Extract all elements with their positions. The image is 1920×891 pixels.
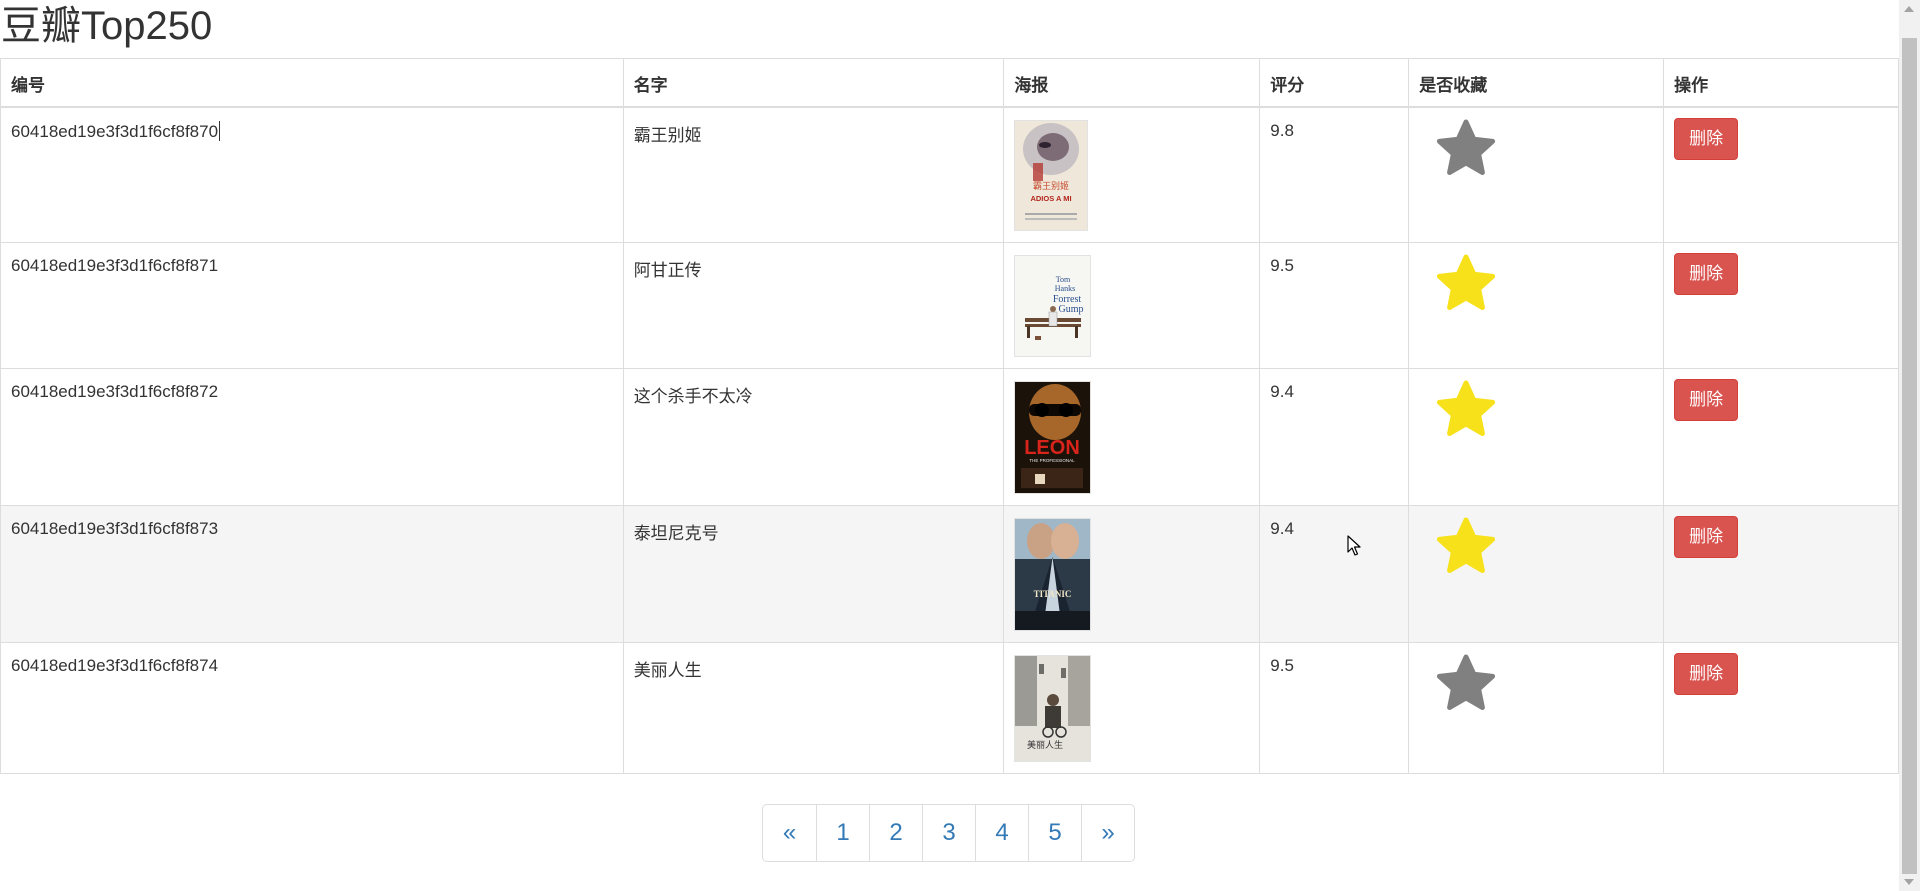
pagination: « 1 2 3 4 5 » [762, 804, 1135, 862]
svg-text:美丽人生: 美丽人生 [1027, 739, 1063, 751]
movie-id: 60418ed19e3f3d1f6cf8f874 [0, 642, 624, 774]
scroll-up-icon[interactable] [1904, 6, 1914, 12]
star-icon[interactable] [1436, 379, 1496, 439]
poster-cell: LEON THE PROFESSIONAL [1003, 368, 1261, 506]
table-header-row: 编号 名字 海报 评分 是否收藏 操作 [0, 58, 1899, 108]
pagination-page-2[interactable]: 2 [869, 805, 922, 861]
svg-text:THE PROFESSIONAL: THE PROFESSIONAL [1030, 458, 1076, 463]
star-icon[interactable] [1436, 516, 1496, 576]
movie-name: 阿甘正传 [622, 242, 1005, 369]
mouse-cursor-icon [1347, 535, 1361, 556]
favorite-cell [1408, 642, 1665, 774]
movie-rating: 9.5 [1259, 242, 1410, 369]
pagination-next[interactable]: » [1081, 805, 1134, 861]
movie-id: 60418ed19e3f3d1f6cf8f870 [11, 122, 219, 141]
svg-text:Tom: Tom [1056, 275, 1071, 284]
poster-titanic: TITANIC [1014, 518, 1092, 631]
movie-name: 泰坦尼克号 [622, 505, 1005, 643]
poster-cell: 美丽人生 [1003, 642, 1261, 774]
column-header-poster: 海报 [1003, 58, 1261, 108]
favorite-cell [1408, 505, 1665, 643]
svg-text:ADIOS A MI: ADIOS A MI [1031, 194, 1072, 203]
delete-button[interactable]: 删除 [1674, 653, 1739, 695]
column-header-name: 名字 [622, 58, 1005, 108]
action-cell: 删除 [1663, 642, 1899, 774]
movie-rating: 9.5 [1259, 642, 1410, 774]
scrollbar-thumb[interactable] [1902, 38, 1917, 874]
action-cell: 删除 [1663, 242, 1899, 369]
svg-text:霸王别姬: 霸王别姬 [1033, 180, 1069, 192]
delete-button[interactable]: 删除 [1674, 253, 1739, 295]
column-header-action: 操作 [1663, 58, 1899, 108]
pagination-page-3[interactable]: 3 [922, 805, 975, 861]
action-cell: 删除 [1663, 368, 1899, 506]
movies-table: 编号 名字 海报 评分 是否收藏 操作 60418ed19e3f3d1f6cf8… [0, 58, 1899, 774]
column-header-rating: 评分 [1259, 58, 1410, 108]
pagination-page-1[interactable]: 1 [816, 805, 869, 861]
movie-name: 这个杀手不太冷 [622, 368, 1005, 506]
favorite-cell [1408, 106, 1665, 243]
action-cell: 删除 [1663, 106, 1899, 243]
star-icon[interactable] [1436, 653, 1496, 713]
poster-forrest-gump: Tom Hanks Forrest Gump [1014, 255, 1092, 357]
svg-text:Gump: Gump [1059, 304, 1084, 315]
vertical-scrollbar[interactable] [1899, 0, 1920, 891]
movie-rating: 9.4 [1259, 368, 1410, 506]
movie-name: 美丽人生 [622, 642, 1005, 774]
movie-id: 60418ed19e3f3d1f6cf8f872 [0, 368, 624, 506]
star-icon[interactable] [1436, 253, 1496, 313]
star-icon[interactable] [1436, 118, 1496, 178]
svg-text:LEON: LEON [1025, 437, 1081, 459]
poster-cell: TITANIC [1003, 505, 1261, 643]
table-row: 60418ed19e3f3d1f6cf8f870 霸王别姬 霸王别姬 ADIOS… [0, 106, 1899, 243]
table-row: 60418ed19e3f3d1f6cf8f874 美丽人生 美丽人生 9.5 删… [0, 642, 1899, 774]
table-row: 60418ed19e3f3d1f6cf8f873 泰坦尼克号 TITANIC 9… [0, 505, 1899, 643]
delete-button[interactable]: 删除 [1674, 516, 1739, 558]
movie-rating: 9.4 [1259, 505, 1410, 643]
delete-button[interactable]: 删除 [1674, 379, 1739, 421]
pagination-prev[interactable]: « [763, 805, 816, 861]
pagination-page-5[interactable]: 5 [1028, 805, 1081, 861]
movie-name: 霸王别姬 [622, 106, 1005, 243]
movie-id: 60418ed19e3f3d1f6cf8f873 [0, 505, 624, 643]
poster-life-is-beautiful: 美丽人生 [1014, 655, 1092, 762]
svg-text:Hanks: Hanks [1055, 284, 1075, 293]
text-caret [219, 121, 221, 141]
poster-cell: Tom Hanks Forrest Gump [1003, 242, 1261, 369]
column-header-favorite: 是否收藏 [1408, 58, 1665, 108]
delete-button[interactable]: 删除 [1674, 118, 1739, 160]
table-row: 60418ed19e3f3d1f6cf8f872 这个杀手不太冷 LEON TH… [0, 368, 1899, 506]
favorite-cell [1408, 368, 1665, 506]
movie-id-cell: 60418ed19e3f3d1f6cf8f870 [0, 106, 624, 243]
poster-leon: LEON THE PROFESSIONAL [1014, 381, 1092, 494]
poster-cell: 霸王别姬 ADIOS A MI [1003, 106, 1261, 243]
pagination-page-4[interactable]: 4 [975, 805, 1028, 861]
table-row: 60418ed19e3f3d1f6cf8f871 阿甘正传 Tom Hanks … [0, 242, 1899, 369]
favorite-cell [1408, 242, 1665, 369]
movie-id: 60418ed19e3f3d1f6cf8f871 [0, 242, 624, 369]
movie-rating: 9.8 [1259, 106, 1410, 243]
action-cell: 删除 [1663, 505, 1899, 643]
column-header-id: 编号 [0, 58, 624, 108]
svg-text:TITANIC: TITANIC [1034, 589, 1072, 599]
scroll-down-icon[interactable] [1904, 879, 1914, 885]
page-title: 豆瓣Top250 [1, 4, 213, 48]
poster-farewell-my-concubine: 霸王别姬 ADIOS A MI [1014, 120, 1089, 231]
